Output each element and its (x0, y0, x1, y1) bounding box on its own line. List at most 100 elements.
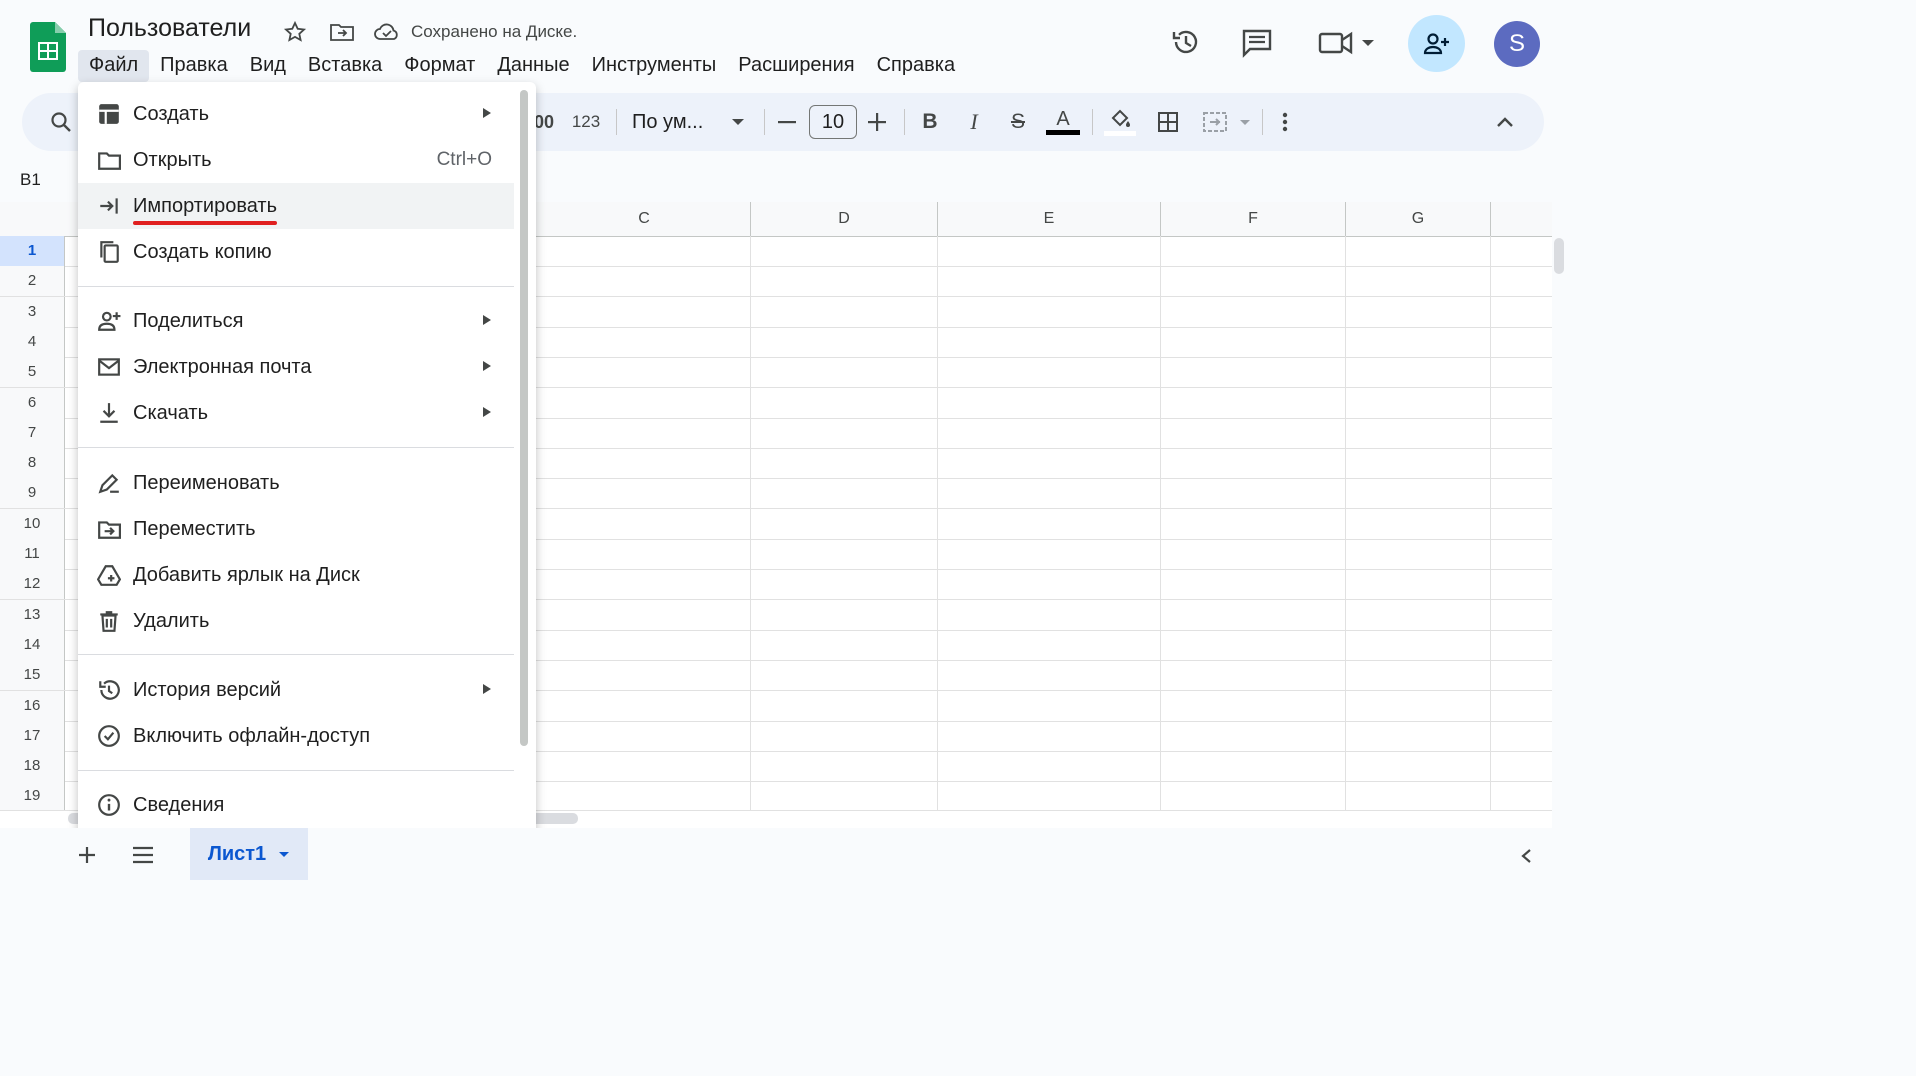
menu-separator (78, 447, 514, 448)
row-header[interactable]: 17 (0, 720, 65, 752)
row-header[interactable]: 13 (0, 599, 65, 631)
font-size-input[interactable]: 10 (809, 105, 857, 139)
menu-item[interactable]: История версий (78, 667, 514, 713)
row-header[interactable]: 8 (0, 448, 65, 480)
number-format-button[interactable]: 123 (568, 93, 604, 151)
column-header-g[interactable]: G (1346, 202, 1491, 236)
menu-item[interactable]: Сведения (78, 782, 514, 828)
column-header-d[interactable]: D (751, 202, 938, 236)
comments-icon[interactable] (1241, 27, 1273, 64)
trash-icon (94, 609, 124, 633)
version-history-icon[interactable] (1170, 26, 1202, 63)
row-header[interactable]: 5 (0, 357, 65, 389)
menu-separator (78, 286, 514, 287)
avatar-letter: S (1508, 30, 1525, 57)
row-header[interactable]: 3 (0, 296, 65, 328)
menu-extensions[interactable]: Расширения (727, 50, 865, 82)
save-status: Сохранено на Диске. (411, 22, 578, 41)
explore-panel-toggle-icon[interactable] (1520, 848, 1532, 869)
row-header[interactable]: 7 (0, 417, 65, 449)
red-underline-annotation (133, 220, 278, 225)
row-header[interactable]: 9 (0, 478, 65, 510)
menu-format[interactable]: Формат (393, 50, 486, 82)
column-header-c[interactable]: C (538, 202, 751, 236)
menu-item[interactable]: Удалить (78, 598, 514, 644)
vertical-scrollbar-thumb[interactable] (1554, 238, 1564, 274)
menu-item[interactable]: Создать копию (78, 229, 514, 275)
menu-shortcut: Ctrl+O (436, 149, 492, 170)
cell-reference-box[interactable]: B1 (20, 170, 41, 190)
menu-item[interactable]: Переименовать (78, 460, 514, 506)
search-menus-icon[interactable] (46, 93, 76, 151)
text-color-icon[interactable]: A (1046, 93, 1080, 151)
drive-shortcut-icon (94, 563, 124, 587)
menu-edit[interactable]: Правка (149, 50, 239, 82)
move-folder-icon[interactable] (329, 20, 355, 49)
borders-icon[interactable] (1154, 93, 1182, 151)
more-options-icon[interactable] (1272, 93, 1298, 151)
account-avatar[interactable]: S (1494, 21, 1540, 67)
collapse-toolbar-icon[interactable] (1492, 93, 1518, 151)
bold-icon[interactable]: B (916, 93, 944, 151)
cloud-saved-icon[interactable] (373, 20, 401, 49)
sheet-tab-1[interactable]: Лист1 (190, 828, 308, 880)
sheet-tab-label: Лист1 (207, 842, 267, 865)
dropdown-arrow-icon[interactable] (728, 93, 748, 151)
menu-help[interactable]: Справка (866, 50, 966, 82)
row-header[interactable]: 10 (0, 508, 65, 540)
sheets-logo-icon[interactable] (30, 22, 66, 72)
add-sheet-icon[interactable] (78, 846, 96, 869)
rename-icon (94, 471, 124, 495)
menu-file[interactable]: Файл (78, 50, 150, 82)
meet-video-icon[interactable] (1318, 28, 1380, 63)
column-header-f[interactable]: F (1161, 202, 1346, 236)
strikethrough-icon[interactable]: S (1004, 93, 1032, 151)
menu-scrollbar[interactable] (520, 90, 528, 746)
row-header[interactable]: 19 (0, 781, 65, 810)
merge-cells-icon[interactable] (1200, 93, 1256, 151)
menu-item[interactable]: Создать (78, 91, 514, 137)
menu-insert[interactable]: Вставка (297, 50, 393, 82)
menu-item[interactable]: Импортировать (78, 183, 514, 229)
row-header[interactable]: 15 (0, 660, 65, 692)
menu-item[interactable]: Поделиться (78, 298, 514, 344)
row-header[interactable]: 6 (0, 387, 65, 419)
row-header[interactable]: 14 (0, 629, 65, 661)
file-menu: Создать Открыть Ctrl+O Импортировать Создать… (78, 82, 536, 846)
star-icon[interactable] (283, 20, 307, 49)
menu-item-label: Переименовать (133, 471, 280, 494)
all-sheets-icon[interactable] (132, 846, 154, 869)
menu-item[interactable]: Электронная почта (78, 344, 514, 390)
row-header[interactable]: 4 (0, 326, 65, 358)
create-table-icon (94, 102, 124, 126)
row-header[interactable]: 11 (0, 539, 65, 570)
row-header[interactable]: 12 (0, 569, 65, 601)
copy-icon (94, 240, 124, 264)
row-header[interactable]: 18 (0, 751, 65, 783)
folder-icon (94, 148, 124, 172)
menu-item-label: Создать копию (133, 240, 272, 263)
menu-view[interactable]: Вид (239, 50, 297, 82)
column-header-e[interactable]: E (938, 202, 1161, 236)
italic-icon[interactable]: I (960, 93, 988, 151)
menu-tools[interactable]: Инструменты (581, 50, 728, 82)
menu-item[interactable]: Включить офлайн-доступ (78, 713, 514, 759)
row-header[interactable]: 1 (0, 236, 65, 267)
menu-item[interactable]: Открыть Ctrl+O (78, 137, 514, 183)
menu-data[interactable]: Данные (486, 50, 580, 82)
fill-color-icon[interactable] (1104, 93, 1136, 151)
font-size-decrease-button[interactable] (774, 93, 800, 151)
menu-item-label: История версий (133, 678, 282, 701)
menu-item-label: Скачать (133, 401, 208, 424)
row-header[interactable]: 2 (0, 266, 65, 298)
font-size-increase-button[interactable] (864, 93, 890, 151)
font-size-value: 10 (821, 110, 845, 133)
menu-item[interactable]: Скачать (78, 390, 514, 436)
document-title[interactable]: Пользователи (88, 14, 251, 43)
menu-item[interactable]: Переместить (78, 506, 514, 552)
submenu-arrow-icon (482, 683, 492, 698)
row-header[interactable]: 16 (0, 690, 65, 722)
share-button[interactable] (1408, 15, 1465, 72)
menu-item[interactable]: Добавить ярлык на Диск (78, 552, 514, 598)
menu-item-label: Добавить ярлык на Диск (133, 563, 360, 586)
